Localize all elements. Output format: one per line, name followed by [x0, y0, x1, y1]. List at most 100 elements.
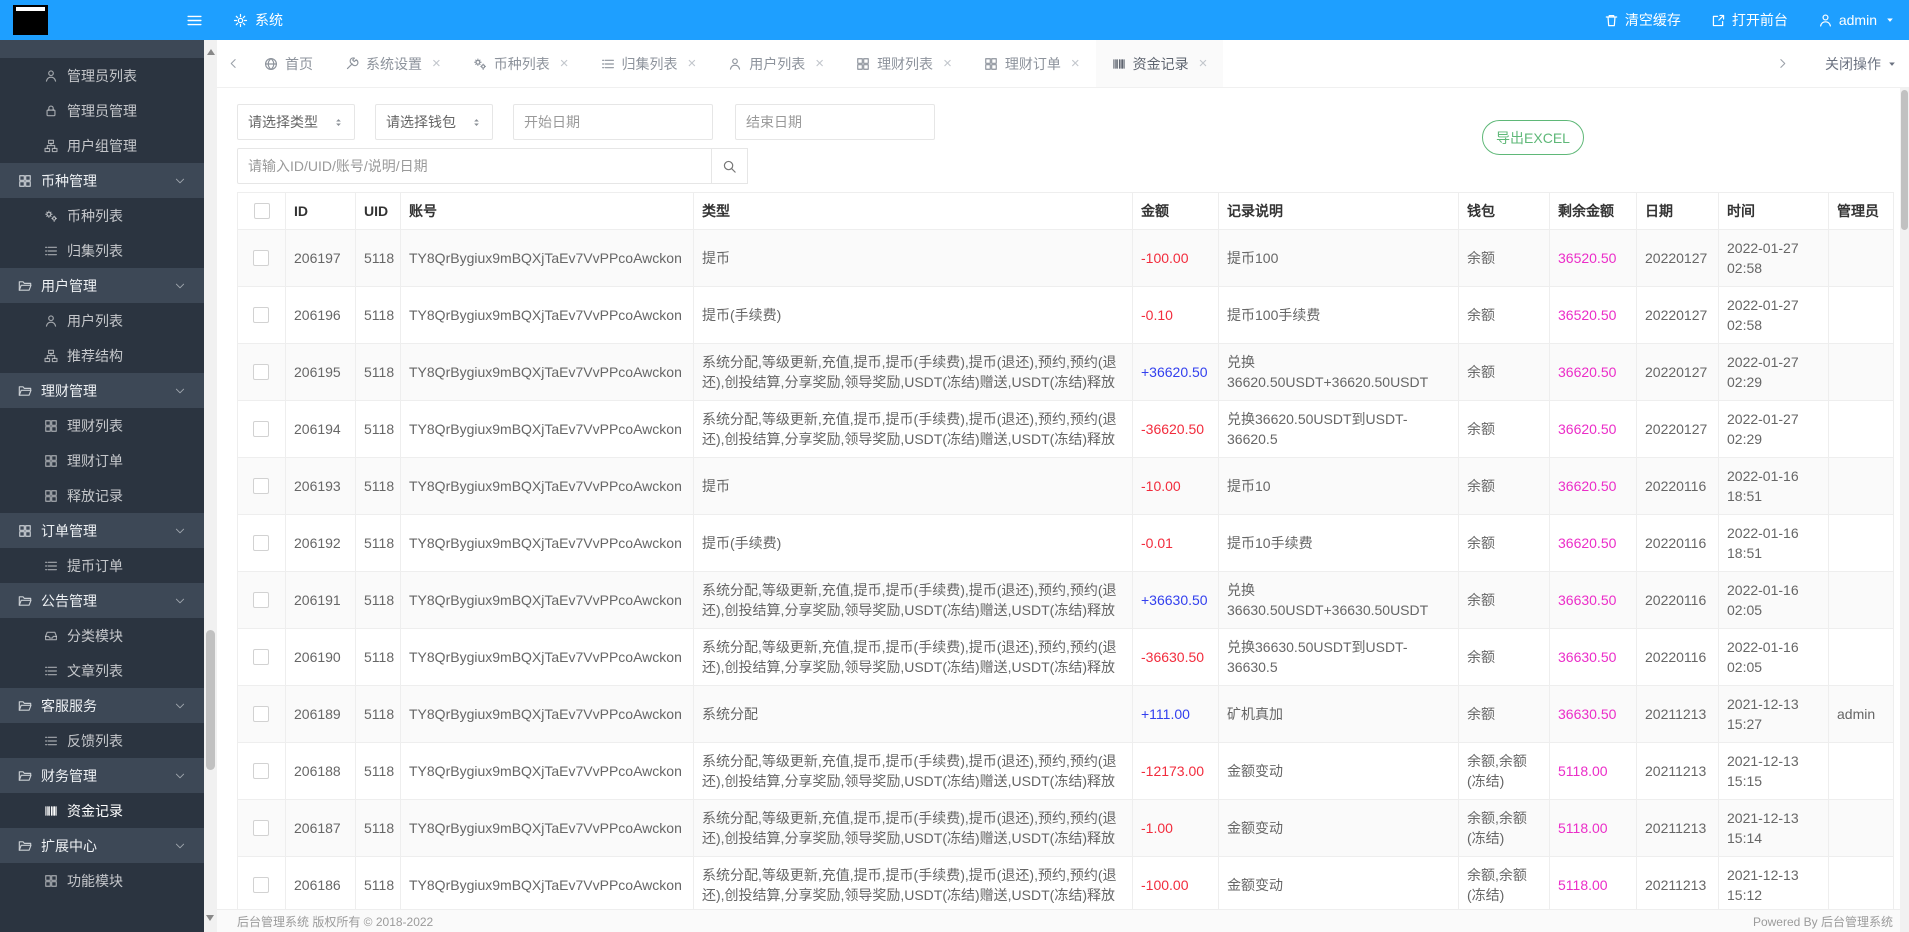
table-row: 2061905118TY8QrBygiux9mBQXjTaEv7VvPPcoAw…: [238, 629, 1894, 686]
sidebar-item[interactable]: 功能模块: [0, 863, 204, 898]
row-checkbox[interactable]: [253, 706, 269, 722]
page-scrollbar-thumb[interactable]: [1901, 90, 1908, 230]
cell-date: 20220127: [1637, 287, 1719, 344]
cell-account: TY8QrBygiux9mBQXjTaEv7VvPPcoAwckon: [401, 230, 694, 287]
cell-admin: [1829, 401, 1894, 458]
close-operations-dropdown[interactable]: 关闭操作: [1825, 54, 1897, 74]
cell-balance: 36630.50: [1550, 629, 1637, 686]
cell-wallet: 余额: [1459, 629, 1550, 686]
cell-id: 206196: [286, 287, 356, 344]
sidebar-group[interactable]: 用户管理: [0, 268, 204, 303]
list-icon: [44, 664, 58, 678]
type-select[interactable]: 请选择类型: [237, 104, 355, 140]
row-checkbox[interactable]: [253, 820, 269, 836]
row-checkbox[interactable]: [253, 364, 269, 380]
tab-6[interactable]: 理财订单×: [968, 40, 1096, 87]
row-checkbox[interactable]: [253, 250, 269, 266]
sidebar-item-label: 文章列表: [67, 661, 123, 681]
tab-close-icon[interactable]: ×: [1199, 56, 1208, 71]
sidebar-item[interactable]: 币种列表: [0, 198, 204, 233]
cell-time: 2022-01-16 18:51: [1719, 515, 1829, 572]
tab-2[interactable]: 币种列表×: [457, 40, 585, 87]
tab-close-icon[interactable]: ×: [688, 56, 697, 71]
sidebar-item[interactable]: 归集列表: [0, 233, 204, 268]
cell-date: 20220127: [1637, 401, 1719, 458]
sidebar-group[interactable]: 理财管理: [0, 373, 204, 408]
chevron-down-icon: [174, 770, 186, 782]
tab-close-icon[interactable]: ×: [560, 56, 569, 71]
start-date-input[interactable]: [513, 104, 713, 140]
sidebar-scrollbar[interactable]: [204, 40, 217, 932]
cell-account: TY8QrBygiux9mBQXjTaEv7VvPPcoAwckon: [401, 458, 694, 515]
sidebar-group[interactable]: 公告管理: [0, 583, 204, 618]
sidebar-item[interactable]: 分类模块: [0, 618, 204, 653]
cell-id: 206187: [286, 800, 356, 857]
sidebar-item-label: 分类模块: [67, 626, 123, 646]
filter-row-2: [237, 148, 1909, 184]
tab-7[interactable]: 资金记录×: [1096, 40, 1224, 87]
cell-admin: admin: [1829, 686, 1894, 743]
tab-close-icon[interactable]: ×: [432, 56, 441, 71]
column-header: 账号: [401, 193, 694, 230]
sidebar-item[interactable]: 管理员列表: [0, 58, 204, 93]
row-checkbox[interactable]: [253, 649, 269, 665]
cell-id: 206186: [286, 857, 356, 910]
tab-close-icon[interactable]: ×: [943, 56, 952, 71]
row-checkbox[interactable]: [253, 877, 269, 893]
cell-type: 系统分配: [694, 686, 1133, 743]
system-menu[interactable]: 系统: [233, 0, 283, 40]
topbar-actions: 清空缓存 打开前台 admin: [1604, 10, 1909, 30]
sidebar-item[interactable]: 用户组管理: [0, 128, 204, 163]
sidebar-item[interactable]: 反馈列表: [0, 723, 204, 758]
search-input[interactable]: [237, 148, 712, 184]
cell-date: 20211213: [1637, 857, 1719, 910]
sidebar-item-label: 管理员管理: [67, 101, 137, 121]
tabs-scroll-right-button[interactable]: [1776, 57, 1789, 70]
row-checkbox[interactable]: [253, 307, 269, 323]
row-checkbox[interactable]: [253, 478, 269, 494]
clear-cache-button[interactable]: 清空缓存: [1604, 10, 1681, 30]
sidebar-scrolled-group-edge: [0, 40, 204, 58]
row-checkbox[interactable]: [253, 592, 269, 608]
row-checkbox[interactable]: [253, 535, 269, 551]
scrollbar-down-arrow-icon[interactable]: [206, 915, 214, 925]
page-scrollbar[interactable]: [1900, 88, 1909, 932]
sidebar-group[interactable]: 客服服务: [0, 688, 204, 723]
search-button[interactable]: [712, 148, 748, 184]
sidebar-group[interactable]: 财务管理: [0, 758, 204, 793]
sidebar-item-label: 公告管理: [41, 591, 97, 611]
tab-0[interactable]: 首页: [248, 40, 329, 87]
sidebar-item[interactable]: 管理员管理: [0, 93, 204, 128]
row-checkbox[interactable]: [253, 763, 269, 779]
sidebar-group[interactable]: 币种管理: [0, 163, 204, 198]
sidebar-scrollbar-thumb[interactable]: [206, 630, 215, 770]
row-checkbox[interactable]: [253, 421, 269, 437]
end-date-input[interactable]: [735, 104, 935, 140]
sidebar-item[interactable]: 提币订单: [0, 548, 204, 583]
tabs-scroll-left-button[interactable]: [227, 57, 240, 70]
sidebar-item[interactable]: 释放记录: [0, 478, 204, 513]
sidebar-item[interactable]: 理财订单: [0, 443, 204, 478]
sidebar-item[interactable]: 用户列表: [0, 303, 204, 338]
tab-1[interactable]: 系统设置 ×: [329, 40, 457, 87]
tab-close-icon[interactable]: ×: [815, 56, 824, 71]
tab-3[interactable]: 归集列表×: [585, 40, 713, 87]
select-all-checkbox[interactable]: [254, 203, 270, 219]
sidebar-item[interactable]: 资金记录: [0, 793, 204, 828]
chevron-down-icon: [174, 700, 186, 712]
admin-user-menu[interactable]: admin: [1818, 12, 1895, 28]
sidebar-item[interactable]: 文章列表: [0, 653, 204, 688]
sidebar-group[interactable]: 扩展中心: [0, 828, 204, 863]
tab-4[interactable]: 用户列表×: [712, 40, 840, 87]
tab-5[interactable]: 理财列表×: [840, 40, 968, 87]
sidebar-item[interactable]: 理财列表: [0, 408, 204, 443]
sidebar-item[interactable]: 推荐结构: [0, 338, 204, 373]
wallet-select[interactable]: 请选择钱包: [375, 104, 493, 140]
scrollbar-up-arrow-icon[interactable]: [207, 45, 215, 55]
open-frontend-button[interactable]: 打开前台: [1711, 10, 1788, 30]
tab-close-icon[interactable]: ×: [1071, 56, 1080, 71]
menu-toggle-icon[interactable]: [186, 12, 203, 29]
tab-label: 系统设置: [366, 54, 422, 74]
sidebar-group[interactable]: 订单管理: [0, 513, 204, 548]
cell-account: TY8QrBygiux9mBQXjTaEv7VvPPcoAwckon: [401, 743, 694, 800]
